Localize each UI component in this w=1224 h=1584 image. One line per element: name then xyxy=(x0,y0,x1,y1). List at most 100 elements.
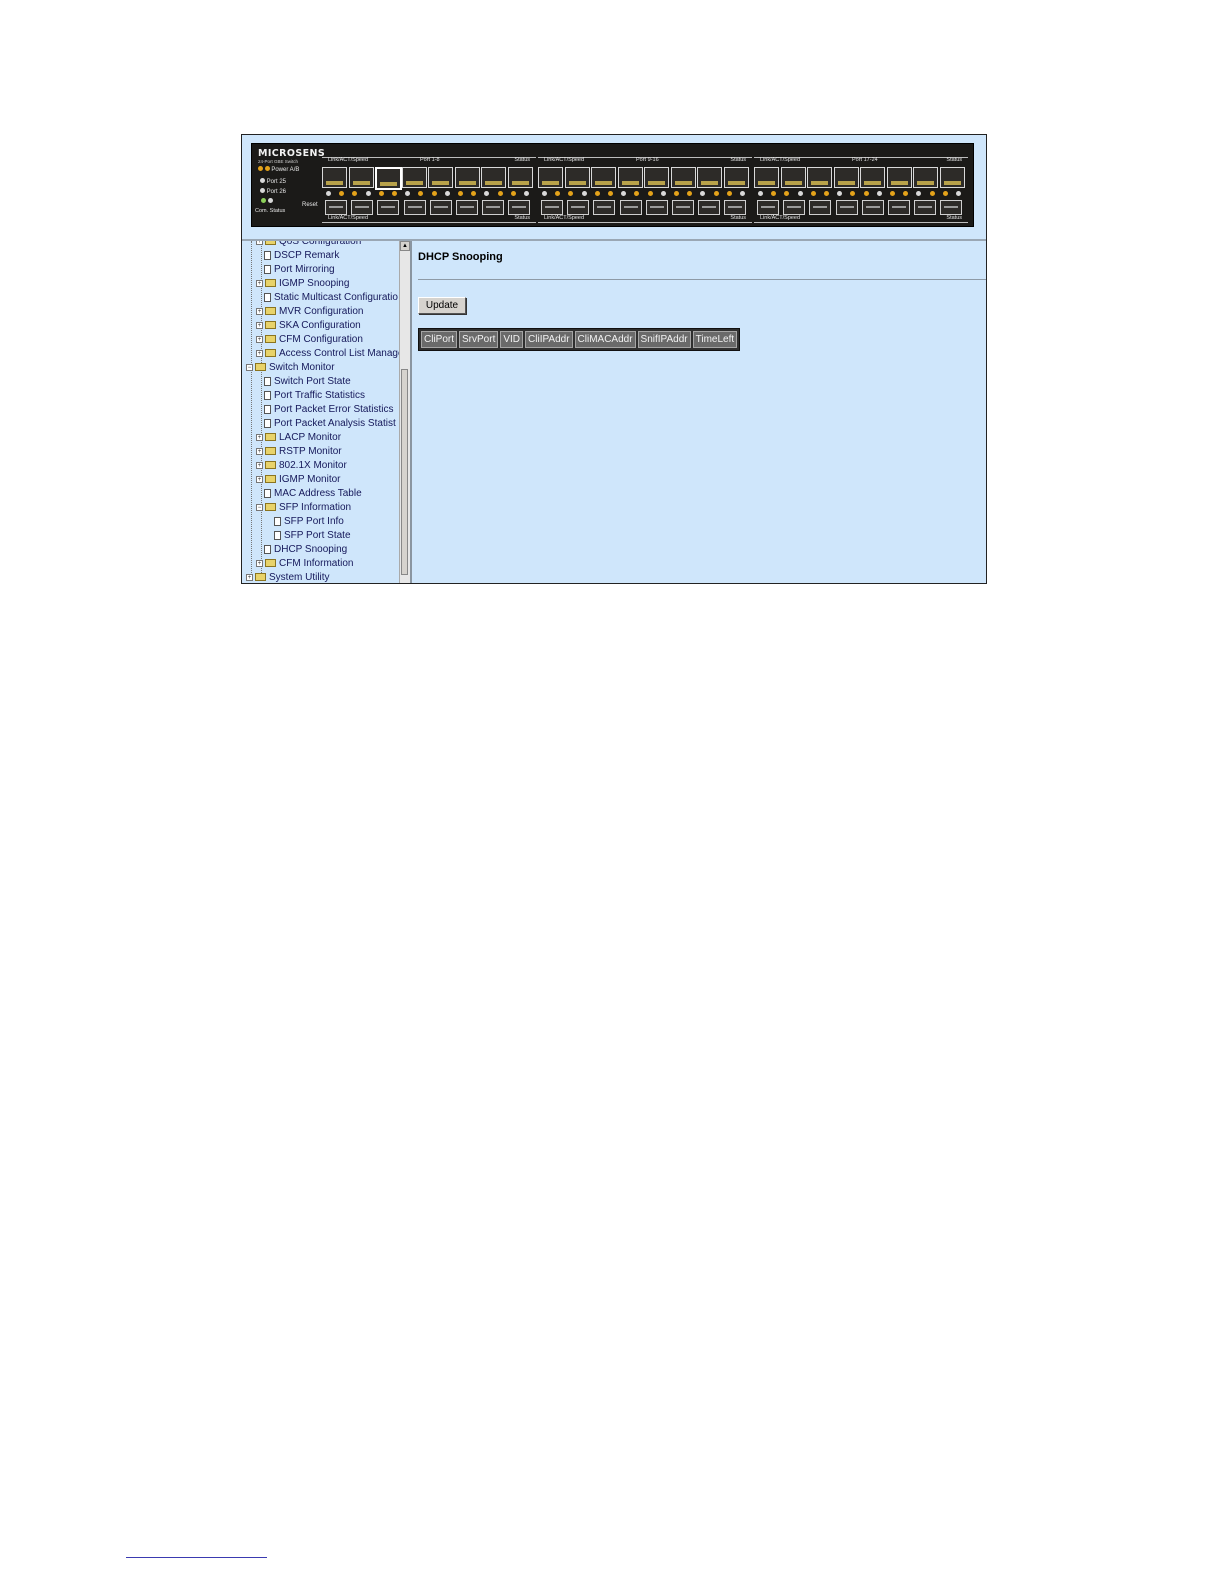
tree-item-dscp-remark[interactable]: DSCP Remark xyxy=(264,249,339,263)
tree-item-sfp-port-info[interactable]: SFP Port Info xyxy=(274,515,344,529)
group-top-labels: Link/ACT/Speed Port 17-24 Status xyxy=(754,157,968,166)
expand-icon[interactable]: + xyxy=(256,335,263,343)
sfp-port[interactable] xyxy=(940,200,963,215)
sfp-port[interactable] xyxy=(914,200,937,215)
nav-scrollbar[interactable]: ▲ xyxy=(399,241,410,583)
port-led xyxy=(339,191,345,196)
expand-icon[interactable]: + xyxy=(256,241,263,245)
rj45-port[interactable] xyxy=(538,167,563,188)
rj45-port[interactable] xyxy=(697,167,722,188)
rj45-port[interactable] xyxy=(481,167,506,188)
tree-item-access-control-list-manage[interactable]: + Access Control List Manage xyxy=(256,347,401,361)
expand-icon[interactable]: + xyxy=(256,279,263,287)
rj45-port[interactable] xyxy=(644,167,669,188)
expand-icon[interactable]: + xyxy=(256,349,263,357)
tree-item-mvr-configuration[interactable]: + MVR Configuration xyxy=(256,305,363,319)
sfp-port[interactable] xyxy=(835,200,858,215)
expand-icon[interactable]: + xyxy=(256,433,263,441)
sfp-port[interactable] xyxy=(351,200,374,215)
tree-item-port-traffic-statistics[interactable]: Port Traffic Statistics xyxy=(264,389,365,403)
sfp-port[interactable] xyxy=(619,200,642,215)
sfp-port[interactable] xyxy=(482,200,505,215)
tree-item-label: Port Packet Analysis Statist xyxy=(274,418,396,429)
rj45-port[interactable] xyxy=(617,167,643,188)
tree-item-rstp-monitor[interactable]: + RSTP Monitor xyxy=(256,445,342,459)
folder-icon xyxy=(265,461,276,470)
sfp-port[interactable] xyxy=(861,200,884,215)
scroll-thumb[interactable] xyxy=(401,369,408,575)
sfp-port[interactable] xyxy=(593,200,616,215)
sfp-port[interactable] xyxy=(698,200,721,215)
sfp-port[interactable] xyxy=(325,200,347,215)
rj45-port[interactable] xyxy=(564,167,590,188)
rj45-port[interactable] xyxy=(591,167,616,188)
rj45-port[interactable] xyxy=(375,167,402,190)
sfp-port[interactable] xyxy=(429,200,452,215)
tree-item-sfp-information[interactable]: − SFP Information xyxy=(256,501,351,515)
expand-icon[interactable]: + xyxy=(256,475,263,483)
rj45-port[interactable] xyxy=(723,167,749,188)
status-label: Status xyxy=(514,215,530,221)
expand-icon[interactable]: + xyxy=(246,573,253,581)
rj45-port[interactable] xyxy=(807,167,832,188)
tree-item-switch-monitor[interactable]: − Switch Monitor xyxy=(246,361,335,375)
rj45-port[interactable] xyxy=(886,167,912,188)
sfp-port[interactable] xyxy=(567,200,590,215)
sfp-port[interactable] xyxy=(377,200,400,215)
port-led xyxy=(758,191,763,196)
tree-item-switch-port-state[interactable]: Switch Port State xyxy=(264,375,351,389)
collapse-icon[interactable]: − xyxy=(246,363,253,371)
tree-item-port-mirroring[interactable]: Port Mirroring xyxy=(264,263,335,277)
expand-icon[interactable]: + xyxy=(256,461,263,469)
sfp-port[interactable] xyxy=(724,200,747,215)
tree-item-802-1x-monitor[interactable]: +802.1X Monitor xyxy=(256,459,347,473)
sfp-port[interactable] xyxy=(645,200,668,215)
tree-item-lacp-monitor[interactable]: + LACP Monitor xyxy=(256,431,341,445)
tree-item-mac-address-table[interactable]: MAC Address Table xyxy=(264,487,362,501)
sfp-port[interactable] xyxy=(888,200,910,215)
rj45-port[interactable] xyxy=(454,167,480,188)
tree-item-system-utility[interactable]: + System Utility xyxy=(246,571,330,583)
sfp-port[interactable] xyxy=(809,200,832,215)
rj45-port[interactable] xyxy=(401,167,427,188)
tree-item-port-packet-analysis-statist[interactable]: Port Packet Analysis Statist xyxy=(264,417,396,431)
link-act-speed-label: Link/ACT/Speed xyxy=(760,157,801,163)
tree-item-ska-configuration[interactable]: + SKA Configuration xyxy=(256,319,361,333)
sfp-port[interactable] xyxy=(403,200,426,215)
sfp-port[interactable] xyxy=(508,200,531,215)
sfp-port[interactable] xyxy=(672,200,694,215)
expand-icon[interactable]: + xyxy=(256,307,263,315)
tree-item-cfm-configuration[interactable]: + CFM Configuration xyxy=(256,333,363,347)
tree-item-sfp-port-state[interactable]: SFP Port State xyxy=(274,529,351,543)
rj45-port[interactable] xyxy=(507,167,533,188)
column-header-climacaddr: CliMACAddr xyxy=(574,331,636,348)
sfp-port[interactable] xyxy=(456,200,478,215)
sfp-port[interactable] xyxy=(757,200,779,215)
update-button[interactable]: Update xyxy=(418,297,466,314)
rj45-port[interactable] xyxy=(428,167,453,188)
rj45-port[interactable] xyxy=(780,167,806,188)
scroll-up-arrow-icon[interactable]: ▲ xyxy=(400,241,410,251)
expand-icon[interactable]: + xyxy=(256,447,263,455)
tree-item-static-multicast-configuratio[interactable]: Static Multicast Configuratio xyxy=(264,291,398,305)
tree-item-igmp-monitor[interactable]: + IGMP Monitor xyxy=(256,473,341,487)
tree-item-cfm-information[interactable]: + CFM Information xyxy=(256,557,353,571)
folder-icon xyxy=(255,573,266,582)
collapse-icon[interactable]: − xyxy=(256,503,263,511)
rj45-port[interactable] xyxy=(322,167,347,188)
rj45-port[interactable] xyxy=(860,167,885,188)
rj45-port[interactable] xyxy=(348,167,374,188)
rj45-port[interactable] xyxy=(833,167,859,188)
tree-item-qos-configuration[interactable]: + QoS Configuration xyxy=(256,241,361,249)
sfp-port[interactable] xyxy=(783,200,806,215)
expand-icon[interactable]: + xyxy=(256,559,263,567)
tree-item-igmp-snooping[interactable]: + IGMP Snooping xyxy=(256,277,349,291)
rj45-port[interactable] xyxy=(939,167,965,188)
sfp-port[interactable] xyxy=(541,200,563,215)
expand-icon[interactable]: + xyxy=(256,321,263,329)
rj45-port[interactable] xyxy=(754,167,779,188)
rj45-port[interactable] xyxy=(670,167,696,188)
tree-item-dhcp-snooping[interactable]: DHCP Snooping xyxy=(264,543,347,557)
tree-item-port-packet-error-statistics[interactable]: Port Packet Error Statistics xyxy=(264,403,393,417)
rj45-port[interactable] xyxy=(913,167,938,188)
